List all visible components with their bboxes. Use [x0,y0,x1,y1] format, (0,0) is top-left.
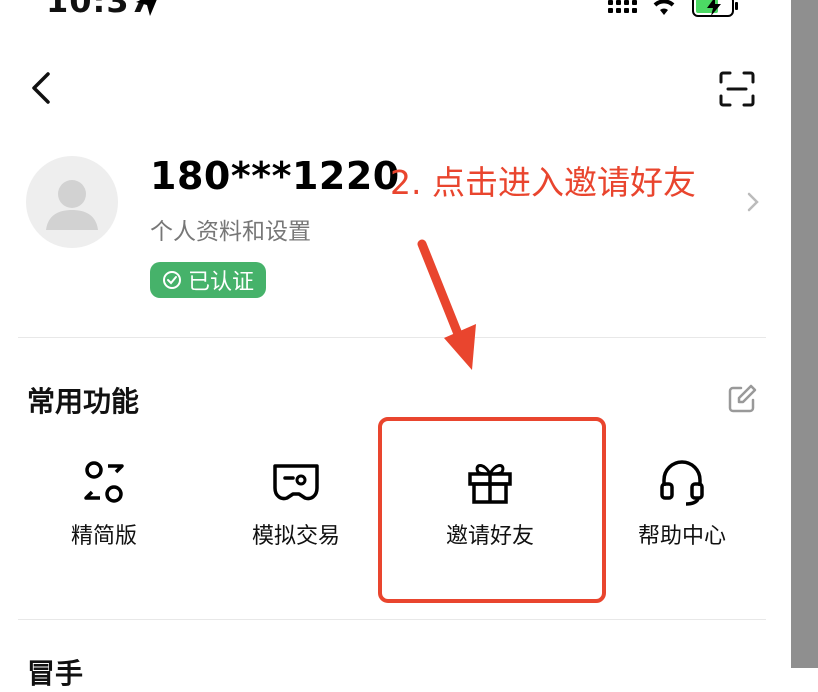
gamepad-icon [273,464,319,501]
chevron-right-icon[interactable] [744,188,762,216]
edit-icon[interactable] [727,384,757,414]
divider [18,337,766,338]
user-avatar-icon [46,180,98,230]
back-button[interactable] [26,68,62,108]
location-arrow-icon [136,0,157,16]
screen-edge-bar [791,0,818,668]
annotation-text: 2. 点击进入邀请好友 [390,163,696,202]
divider [18,619,766,620]
switch-mode-icon [84,461,124,503]
verified-label: 已认证 [188,270,255,295]
avatar[interactable] [26,156,118,248]
wifi-icon [653,0,675,15]
profile-card[interactable]: 180***1220 2. 点击进入邀请好友 个人资料和设置 已认证 [26,150,766,300]
scan-icon[interactable] [718,70,756,108]
annotation-arrow [417,239,476,370]
user-phone: 180***1220 [150,154,400,198]
function-label: 模拟交易 [251,524,340,549]
help-center-item[interactable]: 帮助中心 [592,458,772,568]
section-title: 冒手 [27,657,84,690]
profile-settings-label[interactable]: 个人资料和设置 [150,212,311,246]
battery-charging-icon [692,0,738,17]
status-icons [608,0,741,18]
function-label: 精简版 [70,524,137,549]
cellular-signal-icon [608,0,637,13]
verified-badge: 已认证 [150,262,267,298]
demo-trading-item[interactable]: 模拟交易 [206,458,386,568]
lite-version-item[interactable]: 精简版 [14,458,194,568]
annotation-highlight-box [378,417,606,603]
section-title: 常用功能 [27,385,140,418]
check-circle-icon [163,271,181,289]
function-label: 帮助中心 [637,524,726,549]
headset-icon [660,460,704,506]
